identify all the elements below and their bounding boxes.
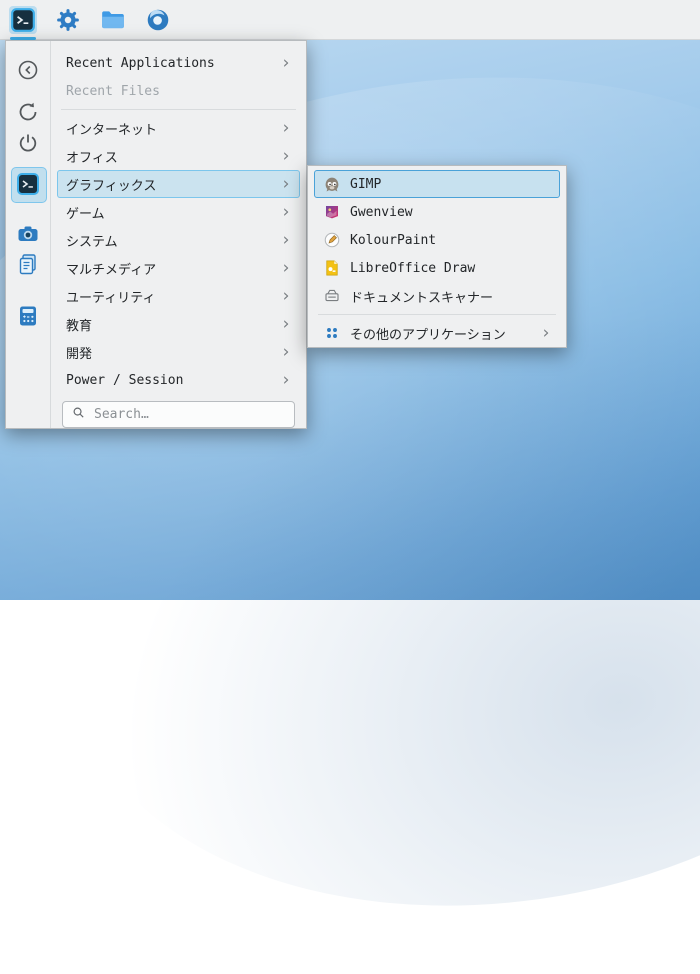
submenu-item-libreoffice-draw[interactable]: LibreOffice Draw [314, 254, 560, 282]
category-label: インターネット [66, 119, 157, 138]
refresh-icon [16, 100, 40, 124]
documents-icon [16, 252, 40, 276]
application-launcher-menu: Recent Applications Recent Files インターネット… [5, 40, 307, 429]
favorite-screenshot[interactable] [16, 222, 40, 246]
search-input[interactable] [92, 406, 286, 423]
category-label: オフィス [66, 147, 118, 166]
category-label: ユーティリティ [66, 287, 155, 306]
chevron-right-icon [279, 204, 291, 221]
category-label: マルチメディア [66, 259, 156, 278]
launcher-main-list: Recent Applications Recent Files インターネット… [51, 41, 306, 428]
submenu-item-gimp[interactable]: GIMP [314, 170, 560, 198]
gear-icon [55, 7, 81, 33]
category-internet[interactable]: インターネット [57, 114, 300, 142]
chevron-right-icon [279, 120, 291, 137]
chevron-right-icon [279, 232, 291, 249]
submenu-item-label: ドキュメントスキャナー [350, 287, 493, 306]
chevron-right-icon [279, 372, 291, 389]
category-development[interactable]: 開発 [57, 338, 300, 366]
category-system[interactable]: システム [57, 226, 300, 254]
back-icon [16, 58, 40, 82]
category-label: システム [66, 231, 118, 250]
panel-app-files[interactable] [99, 6, 127, 34]
submenu-item-label: KolourPaint [350, 233, 436, 248]
calculator-icon [16, 304, 40, 328]
chevron-right-icon [279, 260, 291, 277]
panel-app-browser[interactable] [144, 6, 172, 34]
submenu-item-label: Gwenview [350, 205, 413, 220]
chevron-right-icon [279, 55, 291, 72]
submenu-item-kolourpaint[interactable]: KolourPaint [314, 226, 560, 254]
chevron-right-icon [279, 316, 291, 333]
category-label: グラフィックス [66, 175, 156, 194]
chevron-right-icon [539, 325, 551, 342]
scanner-icon [323, 287, 341, 305]
gwenview-icon [323, 203, 341, 221]
submenu-item-label: その他のアプリケーション [350, 324, 506, 343]
panel-app-settings[interactable] [54, 6, 82, 34]
web-browser-icon [145, 7, 171, 33]
panel-app-konsole[interactable] [9, 6, 37, 34]
power-icon [16, 131, 40, 155]
refresh-button[interactable] [16, 100, 40, 124]
chevron-right-icon [279, 176, 291, 193]
launcher-sidebar [6, 41, 51, 428]
category-label: 教育 [66, 315, 92, 334]
chevron-right-icon [279, 288, 291, 305]
menu-item-recent-applications[interactable]: Recent Applications [57, 49, 300, 77]
menu-item-recent-files[interactable]: Recent Files [57, 77, 300, 105]
category-office[interactable]: オフィス [57, 142, 300, 170]
konsole-icon [10, 7, 36, 33]
category-graphics[interactable]: グラフィックス [57, 170, 300, 198]
category-label: ゲーム [66, 203, 105, 222]
chevron-right-icon [279, 148, 291, 165]
favorite-documents[interactable] [16, 252, 40, 276]
folder-icon [100, 7, 126, 33]
konsole-icon [16, 172, 40, 196]
menu-item-label: Recent Applications [66, 56, 215, 71]
category-education[interactable]: 教育 [57, 310, 300, 338]
submenu-item-document-scanner[interactable]: ドキュメントスキャナー [314, 282, 560, 310]
submenu-item-gwenview[interactable]: Gwenview [314, 198, 560, 226]
favorite-calculator[interactable] [16, 304, 40, 328]
submenu-item-label: LibreOffice Draw [350, 261, 475, 276]
submenu-item-label: GIMP [350, 177, 381, 192]
submenu-item-more-applications[interactable]: その他のアプリケーション [314, 319, 560, 347]
chevron-right-icon [279, 344, 291, 361]
apps-grid-icon [323, 324, 341, 342]
category-multimedia[interactable]: マルチメディア [57, 254, 300, 282]
search-icon [71, 405, 86, 424]
separator [318, 314, 556, 315]
category-games[interactable]: ゲーム [57, 198, 300, 226]
favorite-konsole[interactable] [16, 172, 40, 196]
menu-item-label: Recent Files [66, 84, 160, 99]
graphics-submenu: GIMP Gwenview KolourPaint LibreOffice Dr… [307, 165, 567, 348]
power-button[interactable] [16, 131, 40, 155]
libreoffice-draw-icon [323, 259, 341, 277]
top-panel [0, 0, 700, 40]
camera-icon [16, 222, 40, 246]
category-label: Power / Session [66, 373, 183, 388]
category-power-session[interactable]: Power / Session [57, 366, 300, 394]
gimp-icon [323, 175, 341, 193]
separator [61, 109, 296, 110]
category-utilities[interactable]: ユーティリティ [57, 282, 300, 310]
search-box [62, 401, 295, 428]
kolourpaint-icon [323, 231, 341, 249]
back-button[interactable] [16, 58, 40, 82]
category-label: 開発 [66, 343, 92, 362]
